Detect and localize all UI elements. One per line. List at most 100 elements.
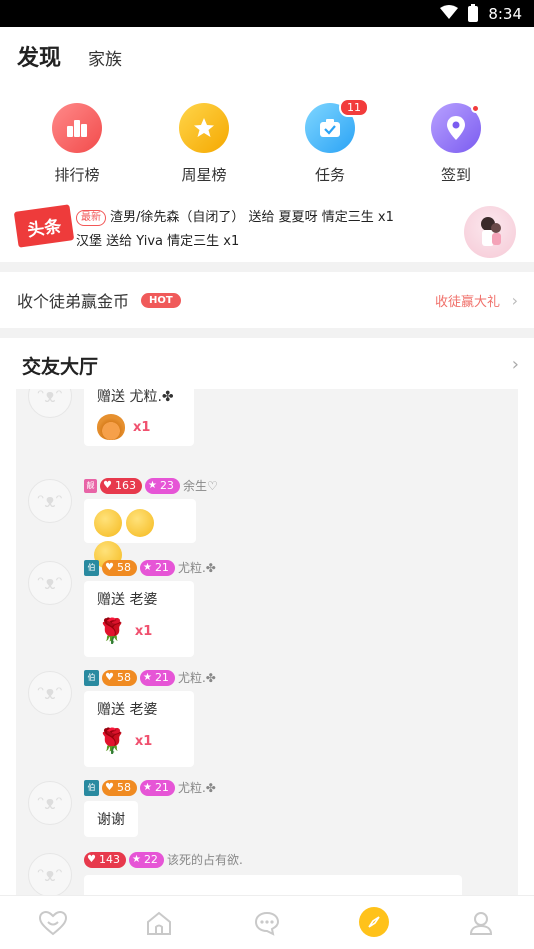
gift-row: 🌹 x1 bbox=[97, 727, 181, 755]
heart-icon: ♥ bbox=[105, 562, 114, 573]
charm-level-badge: ★ 21 bbox=[139, 669, 175, 686]
quick-action-tasks[interactable]: 11 任务 bbox=[290, 98, 370, 185]
avatar[interactable]: ᵔᴥᵔ bbox=[28, 479, 72, 523]
gift-row: 🌹 x1 bbox=[97, 617, 181, 645]
gift-bubble: 赠送 老婆 🌹 x1 bbox=[84, 691, 194, 767]
quick-action-weekly-star[interactable]: 周星榜 bbox=[164, 103, 244, 185]
gift-bubble: 赠送 尤粒.✤ x1 bbox=[84, 389, 194, 446]
avatar[interactable]: ᵔᴥᵔ bbox=[28, 853, 72, 895]
discover-top-section: 发现 家族 排行榜 周星榜 11 任务 签到 头条 最新 渣男/徐先森（自闭了）… bbox=[0, 27, 534, 262]
task-icon: 11 bbox=[305, 98, 369, 153]
message-meta: 伯 ♥ 58 ★ 21 尤粒.✤ bbox=[84, 559, 216, 576]
headline-line-2: 汉堡 送给 Yiva 情定三生 x1 bbox=[76, 234, 240, 249]
recruit-banner[interactable]: 收个徒弟赢金币 HOT 收徒赢大礼 › bbox=[0, 272, 534, 328]
avatar[interactable]: ᵔᴥᵔ bbox=[28, 671, 72, 715]
status-time: 8:34 bbox=[488, 4, 522, 23]
message-meta: 伯 ♥ 58 ★ 21 尤粒.✤ bbox=[84, 669, 216, 686]
guard-badge-icon: 伯 bbox=[84, 559, 99, 576]
bottom-nav bbox=[0, 895, 534, 949]
star-icon: ★ bbox=[142, 672, 152, 683]
chevron-right-icon: › bbox=[511, 290, 518, 310]
tab-family[interactable]: 家族 bbox=[88, 45, 122, 70]
paw-gift-icon bbox=[97, 414, 125, 440]
emoji-bubble bbox=[84, 875, 462, 895]
chat-hall: 交友大厅 › ᵔᴥᵔ 赠送 尤粒.✤ x1 ᵔᴥᵔ 靓 ♥ 163 ★ 23 余… bbox=[0, 338, 534, 895]
heart-icon: ♥ bbox=[105, 782, 114, 793]
avatar[interactable]: ᵔᴥᵔ bbox=[28, 561, 72, 605]
bar-chart-icon bbox=[52, 103, 102, 153]
fan-badge-icon: 靓 bbox=[84, 478, 97, 493]
quick-action-ranking[interactable]: 排行榜 bbox=[37, 103, 117, 185]
wealth-level-badge: ♥ 58 bbox=[102, 559, 137, 576]
quick-action-label: 签到 bbox=[440, 166, 471, 184]
gift-text: 赠送 老婆 bbox=[97, 592, 158, 608]
app-root: 8:34 发现 家族 排行榜 周星榜 11 任务 签到 头条 最新 渣男/徐先森… bbox=[0, 0, 534, 949]
message-meta: 靓 ♥ 163 ★ 23 余生♡ bbox=[84, 477, 218, 494]
charm-level-badge: ★ 21 bbox=[139, 559, 175, 576]
guard-badge-icon: 伯 bbox=[84, 779, 99, 796]
hot-badge: HOT bbox=[141, 292, 181, 308]
emoji-icon bbox=[94, 509, 122, 537]
rose-gift-icon: 🌹 bbox=[97, 617, 127, 645]
gift-count: x1 bbox=[134, 623, 153, 639]
rose-gift-icon: 🌹 bbox=[97, 727, 127, 755]
headline-tag: 最新 bbox=[76, 209, 106, 226]
heart-icon: ♥ bbox=[87, 854, 96, 865]
wealth-level-badge: ♥ 163 bbox=[100, 477, 142, 494]
checkin-dot bbox=[471, 104, 480, 113]
emoji-icon bbox=[126, 509, 154, 537]
headline-lines: 最新 渣男/徐先森（自闭了） 送给 夏夏呀 情定三生 x1 汉堡 送给 Yiva … bbox=[76, 206, 394, 254]
wealth-level-badge: ♥ 58 bbox=[102, 669, 137, 686]
quick-actions: 排行榜 周星榜 11 任务 签到 bbox=[0, 98, 534, 193]
message-meta: 伯 ♥ 58 ★ 21 尤粒.✤ bbox=[84, 779, 216, 796]
emoji-bubble bbox=[84, 499, 196, 569]
wealth-level-badge: ♥ 143 bbox=[84, 851, 126, 868]
tab-discover[interactable]: 发现 bbox=[17, 40, 61, 72]
charm-level-badge: ★ 23 bbox=[144, 477, 180, 494]
star-icon: ★ bbox=[142, 562, 152, 573]
heart-icon: ♥ bbox=[103, 480, 112, 491]
sender-name: 尤粒.✤ bbox=[177, 781, 216, 795]
charm-level-badge: ★ 22 bbox=[128, 851, 164, 868]
recruit-link[interactable]: 收徒赢大礼 bbox=[435, 291, 500, 310]
headline-avatar bbox=[464, 206, 516, 258]
headline-ticker[interactable]: 头条 最新 渣男/徐先森（自闭了） 送给 夏夏呀 情定三生 x1 汉堡 送给 Yi… bbox=[0, 204, 534, 262]
gift-row: x1 bbox=[97, 414, 181, 440]
sender-name: 该死的占有欲. bbox=[166, 853, 243, 867]
heart-face-icon[interactable] bbox=[38, 910, 68, 936]
wealth-level-badge: ♥ 58 bbox=[102, 779, 137, 796]
text-bubble: 谢谢 bbox=[84, 801, 138, 837]
chevron-right-icon[interactable]: › bbox=[512, 354, 519, 375]
quick-action-checkin[interactable]: 签到 bbox=[416, 103, 496, 185]
heart-icon: ♥ bbox=[105, 672, 114, 683]
guard-badge-icon: 伯 bbox=[84, 669, 99, 686]
battery-icon bbox=[468, 3, 479, 22]
home-icon[interactable] bbox=[144, 910, 174, 936]
task-badge: 11 bbox=[339, 98, 369, 117]
header-tabs: 发现 家族 bbox=[17, 40, 122, 72]
gift-text: 赠送 尤粒.✤ bbox=[97, 389, 174, 405]
chat-bubble-icon[interactable] bbox=[252, 910, 282, 936]
message-meta: ♥ 143 ★ 22 该死的占有欲. bbox=[84, 851, 243, 868]
gift-count: x1 bbox=[134, 733, 153, 749]
avatar[interactable]: ᵔᴥᵔ bbox=[28, 781, 72, 825]
quick-action-label: 周星榜 bbox=[181, 166, 227, 184]
profile-icon[interactable] bbox=[466, 910, 496, 936]
star-icon: ★ bbox=[147, 480, 157, 491]
star-icon: ★ bbox=[142, 782, 152, 793]
avatar[interactable]: ᵔᴥᵔ bbox=[28, 389, 72, 418]
chat-list[interactable]: ᵔᴥᵔ 赠送 尤粒.✤ x1 ᵔᴥᵔ 靓 ♥ 163 ★ 23 余生♡ ᵔᴥᵔ … bbox=[16, 389, 518, 895]
headline-logo: 头条 bbox=[13, 204, 75, 248]
gift-text: 赠送 老婆 bbox=[97, 702, 158, 718]
star-icon bbox=[179, 103, 229, 153]
sender-name: 余生♡ bbox=[182, 479, 218, 493]
location-pin-icon bbox=[431, 103, 481, 153]
headline-line-1: 最新 渣男/徐先森（自闭了） 送给 夏夏呀 情定三生 x1 bbox=[76, 206, 394, 230]
recruit-title: 收个徒弟赢金币 bbox=[17, 292, 130, 311]
quick-action-label: 排行榜 bbox=[54, 166, 100, 184]
star-icon: ★ bbox=[131, 854, 141, 865]
sender-name: 尤粒.✤ bbox=[177, 671, 216, 685]
gift-count: x1 bbox=[133, 419, 151, 435]
hall-title: 交友大厅 bbox=[22, 356, 99, 378]
discover-compass-icon[interactable] bbox=[359, 907, 389, 937]
